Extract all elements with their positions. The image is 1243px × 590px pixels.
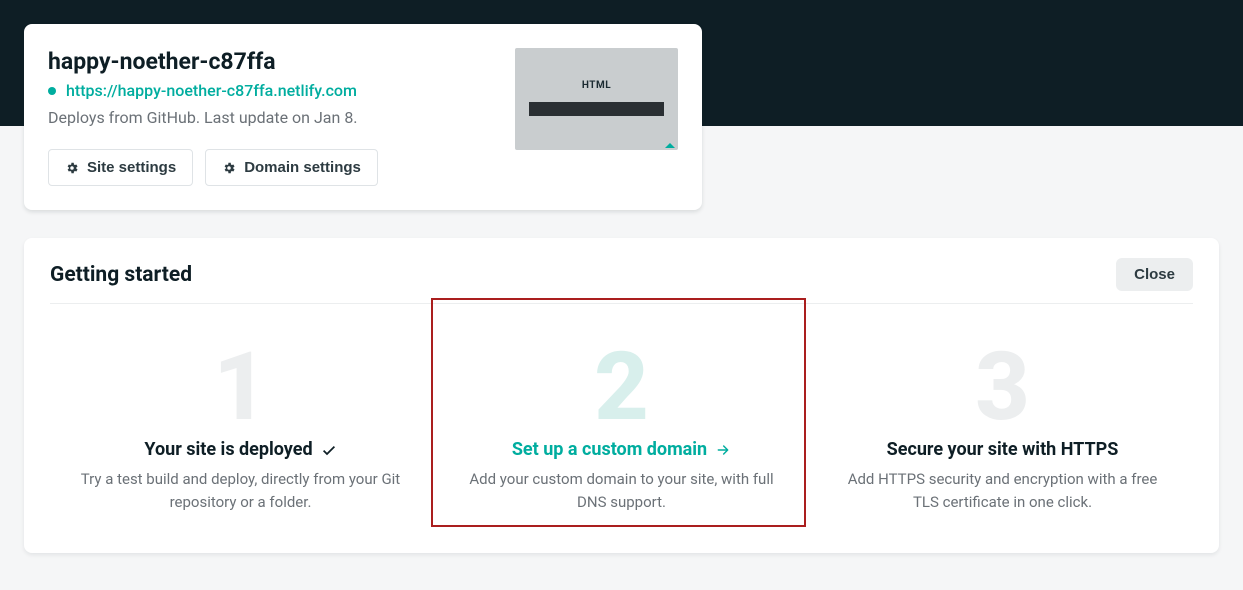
step-desc-custom-domain: Add your custom domain to your site, wit…: [453, 468, 790, 513]
getting-started-heading: Getting started: [50, 263, 192, 287]
site-settings-label: Site settings: [87, 159, 176, 176]
step-desc-deployed: Try a test build and deploy, directly fr…: [72, 468, 409, 513]
status-dot-icon: [48, 87, 56, 95]
domain-settings-button[interactable]: Domain settings: [205, 149, 378, 186]
step-https: 3 Secure your site with HTTPS Add HTTPS …: [812, 318, 1193, 523]
site-settings-button[interactable]: Site settings: [48, 149, 193, 186]
step-number-1: 1: [72, 340, 409, 435]
step-title-https: Secure your site with HTTPS: [887, 439, 1119, 460]
gear-icon: [222, 161, 236, 175]
step-link-custom-domain[interactable]: Set up a custom domain: [512, 439, 731, 460]
site-overview-card: happy-noether-c87ffa https://happy-noeth…: [24, 24, 702, 210]
close-button[interactable]: Close: [1116, 258, 1193, 291]
thumbnail-bar: [529, 102, 664, 116]
getting-started-card: Getting started Close 1 Your site is dep…: [24, 238, 1219, 553]
site-name: happy-noether-c87ffa: [48, 48, 497, 75]
step-title-deployed: Your site is deployed: [144, 439, 336, 460]
domain-settings-label: Domain settings: [244, 159, 361, 176]
step-desc-https: Add HTTPS security and encryption with a…: [834, 468, 1171, 513]
thumbnail-corner-icon: [665, 143, 675, 148]
site-thumbnail[interactable]: HTML: [515, 48, 678, 150]
deploy-status-text: Deploys from GitHub. Last update on Jan …: [48, 108, 497, 127]
gear-icon: [65, 161, 79, 175]
step-number-3: 3: [834, 340, 1171, 435]
site-url-row: https://happy-noether-c87ffa.netlify.com: [48, 81, 497, 100]
check-icon: [321, 442, 337, 458]
step-number-2: 2: [453, 340, 790, 435]
site-url-link[interactable]: https://happy-noether-c87ffa.netlify.com: [66, 81, 357, 100]
step-deployed: 1 Your site is deployed Try a test build…: [50, 318, 431, 523]
step-custom-domain: 2 Set up a custom domain Add your custom…: [431, 318, 812, 523]
arrow-right-icon: [715, 442, 731, 458]
thumbnail-label: HTML: [515, 80, 678, 91]
